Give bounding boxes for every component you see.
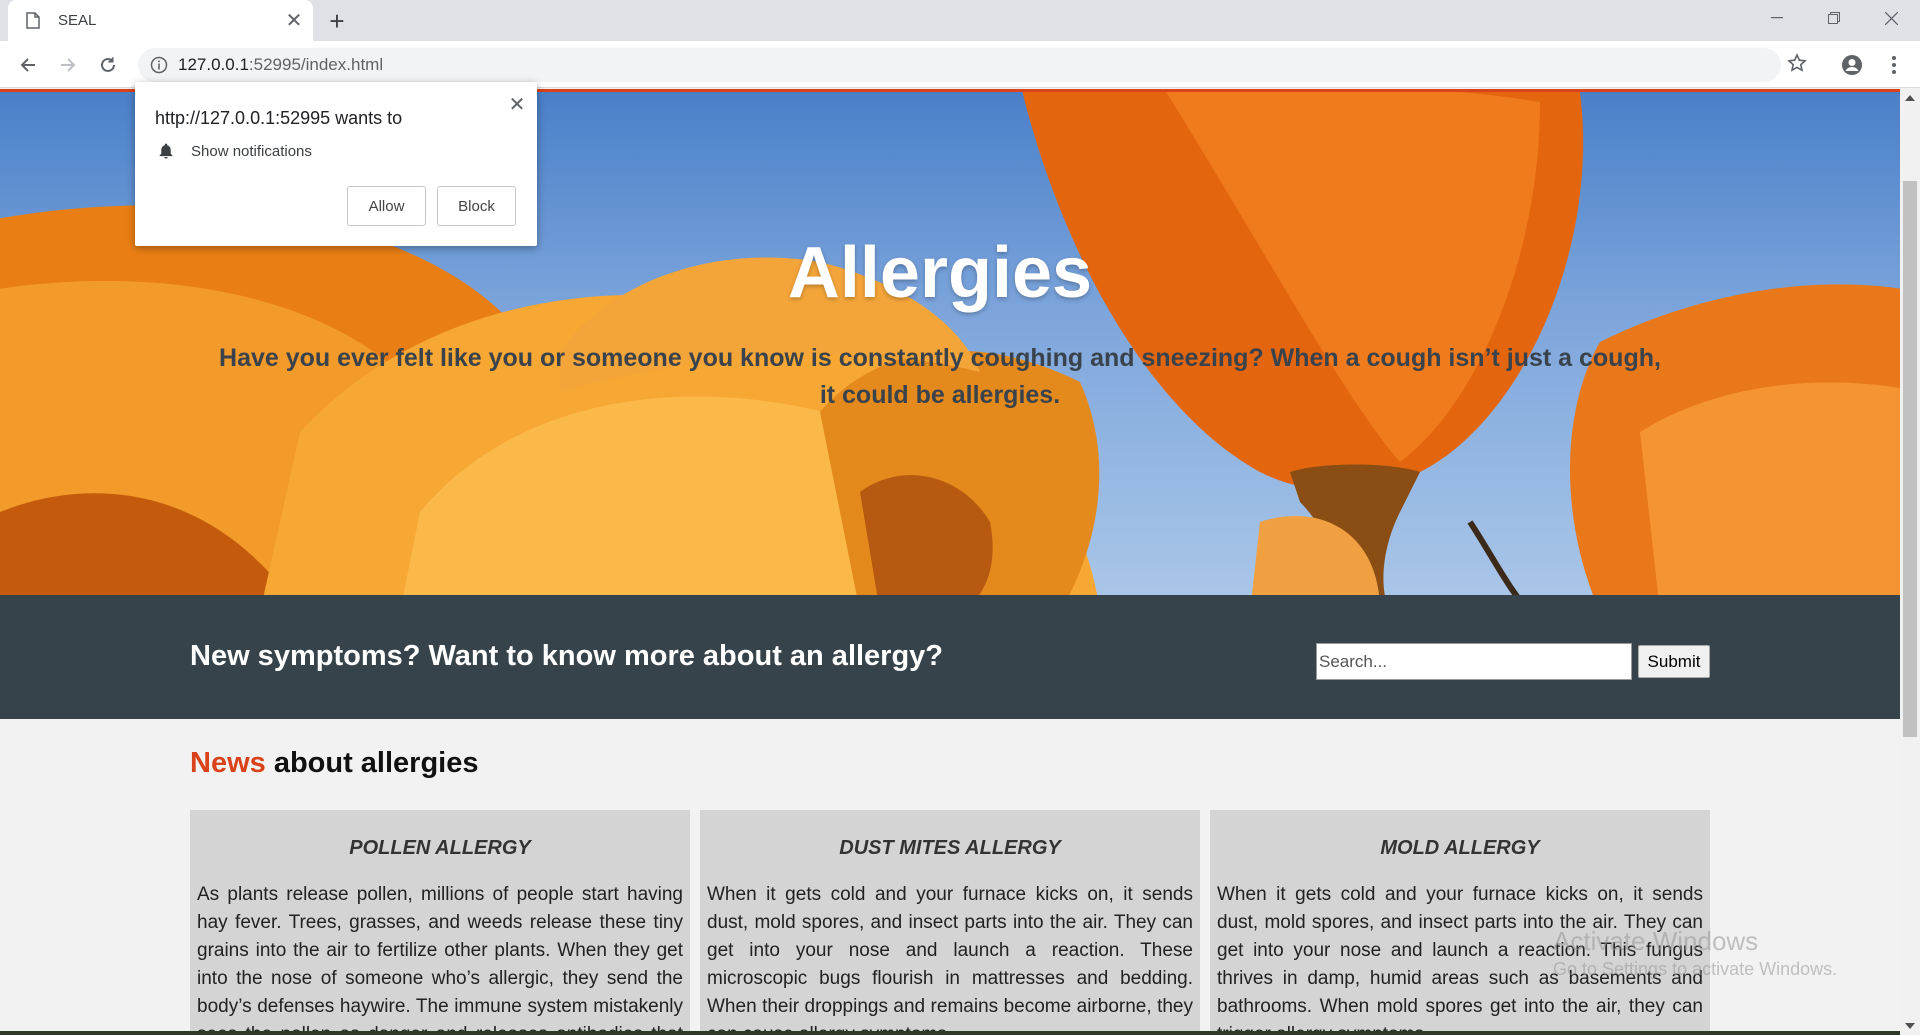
reload-icon[interactable] [92,49,124,81]
news-heading-rest: about allergies [265,747,479,779]
popup-permission-label: Show notifications [191,142,312,160]
new-tab-icon[interactable]: + [322,6,352,36]
block-button[interactable]: Block [437,186,516,226]
news-card-dust-mites: DUST MITES ALLERGY When it gets cold and… [700,810,1200,1035]
restore-icon[interactable] [1806,0,1862,36]
news-card-body: As plants release pollen, millions of pe… [197,884,683,1035]
submit-button[interactable]: Submit [1638,645,1710,678]
browser-toolbar: 127.0.0.1:52995/index.html [0,41,1920,88]
forward-arrow-icon[interactable] [52,49,84,81]
browser-tab[interactable]: SEAL ✕ [8,0,313,41]
news-card-title: POLLEN ALLERGY [349,837,531,859]
minimize-icon[interactable] [1749,0,1805,36]
popup-close-icon[interactable]: ✕ [505,92,529,116]
profile-icon[interactable] [1836,49,1868,81]
news-heading-accent: News [190,747,266,779]
menu-dots-icon[interactable] [1878,49,1910,81]
news-card-body: When it gets cold and your furnace kicks… [1217,884,1703,1035]
scroll-down-icon[interactable] [1905,1023,1915,1029]
news-card-body: When it gets cold and your furnace kicks… [707,884,1193,1035]
activate-windows-watermark: Activate Windows [1553,926,1759,956]
tab-close-icon[interactable]: ✕ [279,6,309,36]
page-scrollbar[interactable] [1900,89,1920,1035]
tab-title: SEAL [58,12,97,29]
popup-message: http://127.0.0.1:52995 wants to [155,108,403,128]
news-card-title: DUST MITES ALLERGY [839,837,1061,859]
notification-permission-popup: http://127.0.0.1:52995 wants to ✕ Show n… [135,82,537,246]
popup-permission-row: Show notifications [157,142,312,160]
site-info-icon[interactable] [150,56,168,74]
news-card-title: MOLD ALLERGY [1380,837,1540,859]
bell-icon [159,143,173,159]
back-arrow-icon[interactable] [12,49,44,81]
address-bar[interactable]: 127.0.0.1:52995/index.html [138,48,1781,82]
browser-tab-strip: SEAL ✕ + [0,0,1920,41]
scrollbar-thumb[interactable] [1903,181,1917,737]
hero-subtitle: Have you ever felt like you or someone y… [219,344,1661,409]
url-path: :52995/index.html [248,55,384,74]
news-card-pollen: POLLEN ALLERGY As plants release pollen,… [190,810,690,1035]
bookmark-star-icon[interactable] [1787,53,1807,78]
news-heading: News about allergies [190,747,479,780]
close-window-icon[interactable] [1863,0,1919,36]
news-card-mold: MOLD ALLERGY When it gets cold and your … [1210,810,1710,1035]
taskbar-edge [0,1031,1900,1035]
page-icon [26,12,40,29]
scroll-up-icon[interactable] [1905,95,1915,101]
search-banner-text: New symptoms? Want to know more about an… [190,640,944,672]
search-input[interactable] [1316,643,1632,680]
url-host: 127.0.0.1 [178,55,249,74]
activate-windows-hint: Go to Settings to activate Windows. [1553,959,1838,979]
allow-button[interactable]: Allow [347,186,426,226]
search-banner: New symptoms? Want to know more about an… [0,595,1900,719]
